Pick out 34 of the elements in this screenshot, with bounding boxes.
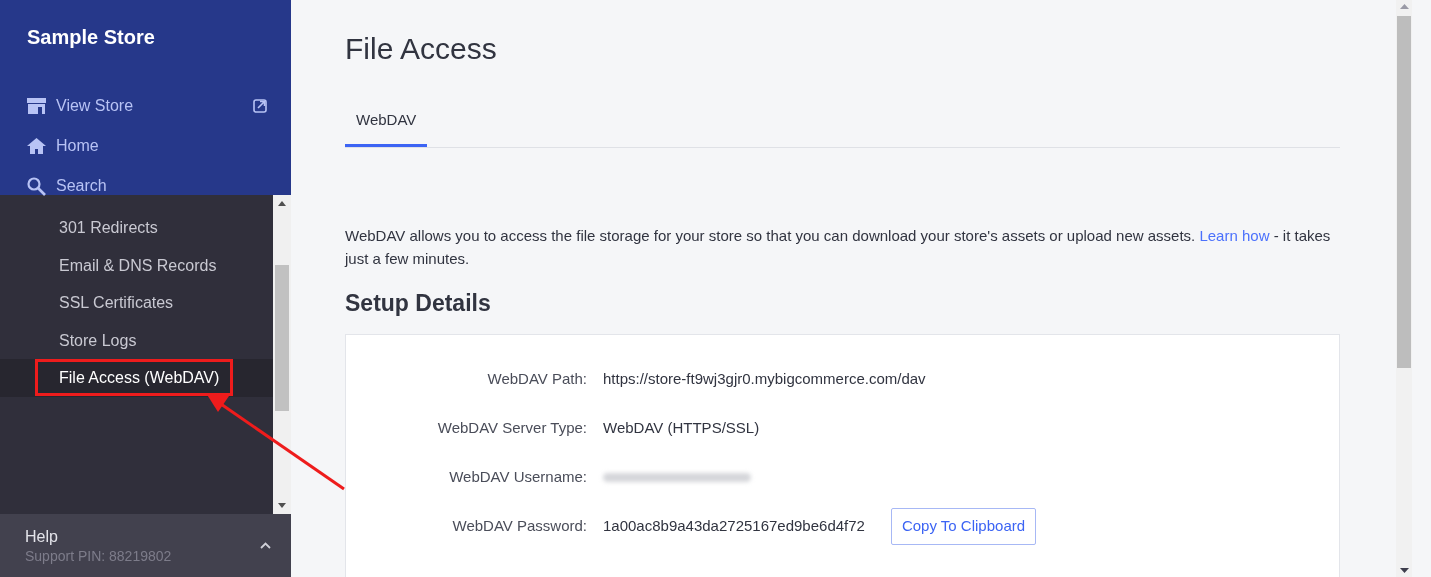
storefront-icon [27,98,46,114]
copy-button[interactable]: Copy To Clipboard [890,508,1037,545]
field-value: 1a00ac8b9a43da2725167ed9be6d4f72 [603,516,865,537]
field-value: https://store-ft9wj3gjr0.mybigcommerce.com/dav [603,369,926,390]
home-icon [27,138,46,154]
sidebar-nav-link[interactable]: View Store [27,86,291,126]
search-icon [27,176,46,196]
scroll-down-icon[interactable] [278,503,286,508]
field-label: WebDAV Server Type: [436,418,588,439]
support-pin: Support PIN: 88219802 [25,546,172,566]
scroll-up-icon[interactable] [278,201,286,206]
field-label: WebDAV Username: [448,467,588,488]
page-title: File Access [345,31,498,67]
sidebar-item[interactable]: SSL Certificates [0,284,273,322]
scrollbar[interactable] [273,195,291,514]
learn-how-link[interactable]: Learn how [1199,226,1270,244]
sidebar-item[interactable]: Store Logs [0,321,273,359]
sidebar-nav-link[interactable]: Home [27,126,291,166]
intro-paragraph: WebDAV allows you to access the file storage for your store so that you can download your store's assets or upload new assets. Learn how - it takes just a few minutes. [345,225,1332,269]
sidebar-item[interactable]: 301 Redirects [0,209,273,247]
sidebar-nav-link[interactable]: Search [27,166,291,206]
sidebar-item[interactable]: Email & DNS Records [0,246,273,284]
chevron-up-icon[interactable] [260,542,271,549]
field-label: WebDAV Path: [486,369,588,390]
field-value: WebDAV (HTTPS/SSL) [603,418,760,439]
external-link-icon [253,99,267,113]
page-scrollbar[interactable] [1396,0,1412,577]
sidebar-item[interactable]: File Access (WebDAV) [0,359,273,397]
store-name: Sample Store [27,25,155,50]
field-label: WebDAV Password: [451,516,588,537]
help-title: Help [25,528,59,546]
section-title: Setup Details [345,288,492,318]
scroll-down-icon[interactable] [1399,568,1409,573]
tab[interactable]: WebDAV [345,109,428,147]
